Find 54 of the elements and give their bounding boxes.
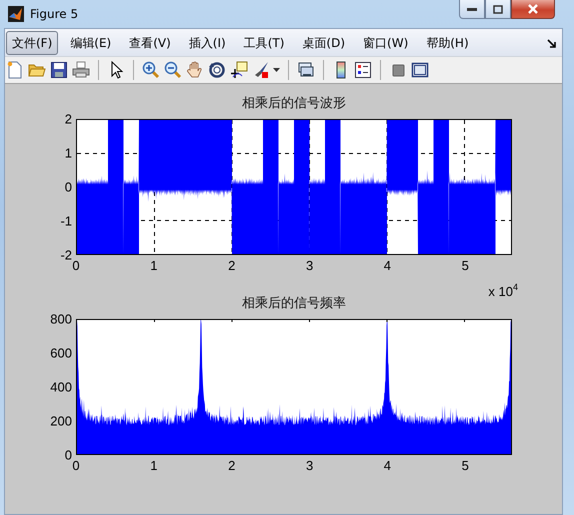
link-icon[interactable] xyxy=(297,61,315,79)
plot-title: 相乘后的信号频率 xyxy=(241,295,347,312)
y-tick-label: 0 xyxy=(64,448,72,462)
x-tick-label: 2 xyxy=(228,458,236,473)
y-tick-label: 400 xyxy=(50,380,72,394)
menu-item[interactable]: 查看(V) xyxy=(123,30,177,54)
x-tick-label: 4 xyxy=(384,258,392,273)
menu-item[interactable]: 文件(F) xyxy=(6,30,58,54)
x-tick-label: 3 xyxy=(306,258,314,273)
close-icon xyxy=(528,4,538,14)
menu-item[interactable]: 工具(T) xyxy=(238,30,290,54)
y-tick-label: -1 xyxy=(60,214,72,228)
plot-title: 相乘后的信号波形 xyxy=(241,95,347,112)
minimize-icon xyxy=(467,7,477,11)
y-tick-label: 0 xyxy=(64,180,72,194)
minimize-button[interactable] xyxy=(459,0,485,19)
data-cursor-icon[interactable] xyxy=(230,61,248,79)
x-tick-label: 2 xyxy=(228,258,236,273)
menu-item[interactable]: 窗口(W) xyxy=(357,30,414,54)
maximize-icon xyxy=(493,4,503,14)
y-tick-label: 2 xyxy=(64,112,72,126)
y-tick-label: 800 xyxy=(50,312,72,326)
x-tick-label: 1 xyxy=(150,458,158,473)
x-tick-label: 5 xyxy=(462,458,469,473)
menu-item[interactable]: 桌面(D) xyxy=(296,30,352,54)
close-button[interactable] xyxy=(511,0,555,19)
menu-item[interactable]: 编辑(E) xyxy=(64,30,118,54)
x-tick-label: 1 xyxy=(150,258,158,273)
x-tick-label: 0 xyxy=(72,458,80,473)
hand-icon[interactable] xyxy=(186,61,204,79)
rotate-icon[interactable] xyxy=(208,61,226,79)
y-tick-label: 600 xyxy=(50,346,72,360)
y-tick-label: 200 xyxy=(50,414,72,428)
caret-icon[interactable] xyxy=(273,68,280,72)
legend-icon[interactable] xyxy=(354,61,372,79)
x-tick-label: 3 xyxy=(306,458,314,473)
new-file-icon[interactable] xyxy=(6,61,24,79)
printer-icon[interactable] xyxy=(72,61,90,79)
y-tick-label: -2 xyxy=(60,248,72,262)
y-tick-label: 1 xyxy=(64,146,72,160)
window-title: Figure 5 xyxy=(30,7,78,21)
menu-item[interactable]: 帮助(H) xyxy=(420,30,475,54)
zoom-in-icon[interactable] xyxy=(142,61,160,79)
app-logo-icon xyxy=(8,6,24,22)
maximize-button[interactable] xyxy=(485,0,511,19)
x-tick-label: 5 xyxy=(462,258,469,273)
dock-arrow-icon[interactable] xyxy=(547,39,556,48)
plot-tools-icon[interactable] xyxy=(411,61,429,79)
axis-multiplier: x 10$^{4}$ xyxy=(488,281,518,300)
zoom-out-icon[interactable] xyxy=(164,61,182,79)
x-tick-label: 0 xyxy=(72,258,80,273)
x-tick-label: 4 xyxy=(384,458,392,473)
menu-item[interactable]: 插入(I) xyxy=(182,30,232,54)
save-icon[interactable] xyxy=(50,61,68,79)
